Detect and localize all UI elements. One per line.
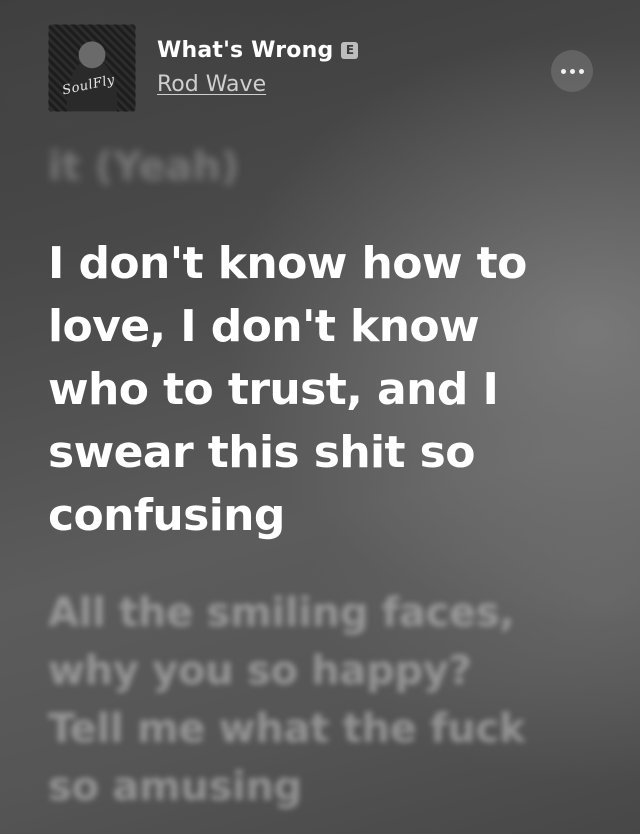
lyric-line: so amusing <box>48 764 302 810</box>
lyric-line-active: swear this shit so <box>48 427 476 478</box>
lyric-previous-block[interactable]: it (Yeah) <box>48 135 608 199</box>
lyric-line-active: confusing <box>48 490 285 541</box>
lyric-next-block[interactable]: All the smiling faces, why you so happy?… <box>48 584 608 816</box>
ellipsis-icon <box>569 68 575 74</box>
song-title-row: What's Wrong E <box>157 38 359 63</box>
lyric-line: it (Yeah) <box>48 144 240 190</box>
now-playing-header: SoulFly What's Wrong E Rod Wave <box>0 0 640 130</box>
lyric-line-active: I don't know how to <box>48 238 527 289</box>
album-art[interactable]: SoulFly <box>48 24 136 112</box>
artist-link[interactable]: Rod Wave <box>157 72 266 97</box>
more-options-button[interactable] <box>551 50 593 92</box>
song-title: What's Wrong <box>157 38 334 63</box>
lyric-current-block[interactable]: I don't know how to love, I don't know w… <box>48 232 608 547</box>
lyric-line-active: love, I don't know <box>48 301 480 352</box>
lyric-line: Tell me what the fuck <box>48 706 526 752</box>
lyric-line-active: who to trust, and I <box>48 364 499 415</box>
lyric-line: All the smiling faces, <box>48 590 515 636</box>
lyric-line: why you so happy? <box>48 648 472 694</box>
ellipsis-icon <box>578 68 584 74</box>
album-art-script-logo: SoulFly <box>61 72 117 99</box>
ellipsis-icon <box>560 68 566 74</box>
explicit-icon: E <box>341 42 359 59</box>
